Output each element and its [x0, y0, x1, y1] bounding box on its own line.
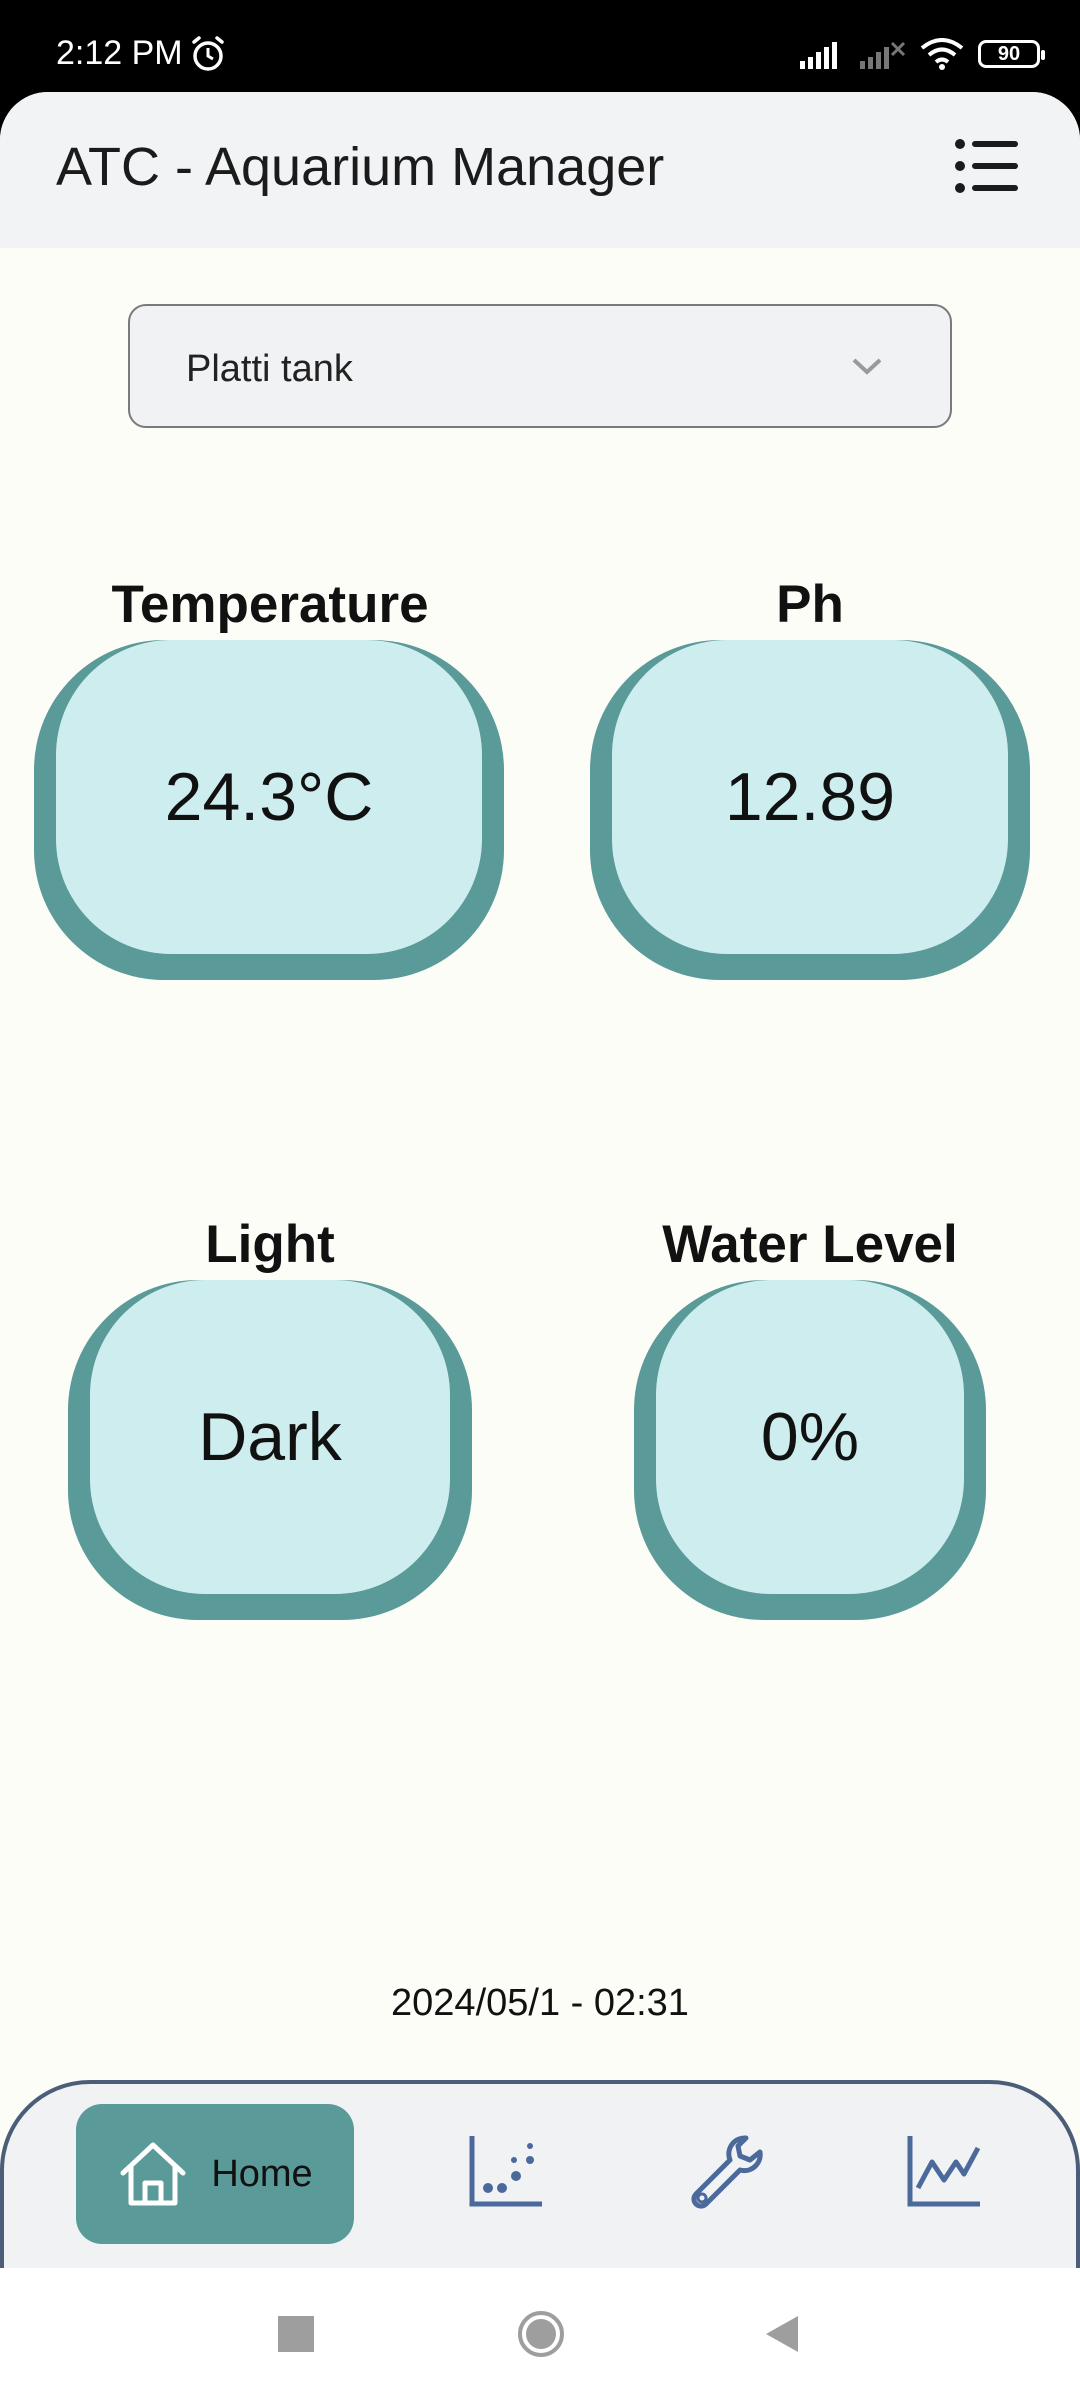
wifi-icon: [920, 38, 964, 70]
scatter-chart-icon[interactable]: [466, 2132, 546, 2212]
status-bar: 2:12 PM 90: [0, 0, 1080, 100]
app-title: ATC - Aquarium Manager: [56, 137, 665, 197]
recent-apps-icon[interactable]: [274, 2312, 318, 2356]
chevron-down-icon: [852, 358, 882, 375]
nav-home-label: Home: [211, 2152, 313, 2195]
ph-tile: 12.89: [590, 640, 1030, 980]
tank-select-dropdown[interactable]: Platti tank: [128, 304, 952, 428]
light-tile: Dark: [68, 1280, 472, 1620]
temperature-tile: 24.3°C: [34, 640, 504, 980]
water-level-tile: 0%: [634, 1280, 986, 1620]
light-value: Dark: [90, 1280, 450, 1594]
app-screen: ATC - Aquarium Manager Platti tank Tempe…: [0, 92, 1080, 2268]
tank-select-value: Platti tank: [186, 348, 353, 390]
water-level-label: Water Level: [662, 1215, 958, 1274]
status-icons: 90: [800, 34, 1045, 74]
temperature-label: Temperature: [111, 575, 429, 634]
bottom-navigation: Home: [0, 2080, 1080, 2268]
nav-home-button[interactable]: Home: [76, 2104, 354, 2244]
back-icon[interactable]: [760, 2312, 804, 2356]
app-bar: ATC - Aquarium Manager: [0, 92, 1080, 248]
wrench-icon[interactable]: [684, 2132, 764, 2212]
temperature-value: 24.3°C: [56, 640, 482, 954]
last-updated-timestamp: 2024/05/1 - 02:31: [391, 1982, 689, 2024]
home-icon: [120, 2142, 186, 2206]
signal-icon: [800, 42, 837, 69]
light-label: Light: [205, 1215, 335, 1274]
ph-value: 12.89: [612, 640, 1008, 954]
system-navigation-bar: [0, 2268, 1080, 2400]
signal-off-icon: [860, 41, 906, 69]
status-time: 2:12 PM: [56, 34, 183, 72]
ph-label: Ph: [776, 575, 844, 634]
battery-level: 90: [997, 42, 1021, 65]
water-level-value: 0%: [656, 1280, 964, 1594]
battery-icon: 90: [978, 40, 1045, 68]
menu-list-icon[interactable]: [954, 138, 1020, 194]
alarm-icon: [192, 36, 224, 71]
line-chart-icon[interactable]: [904, 2132, 984, 2212]
home-circle-icon[interactable]: [516, 2309, 566, 2359]
